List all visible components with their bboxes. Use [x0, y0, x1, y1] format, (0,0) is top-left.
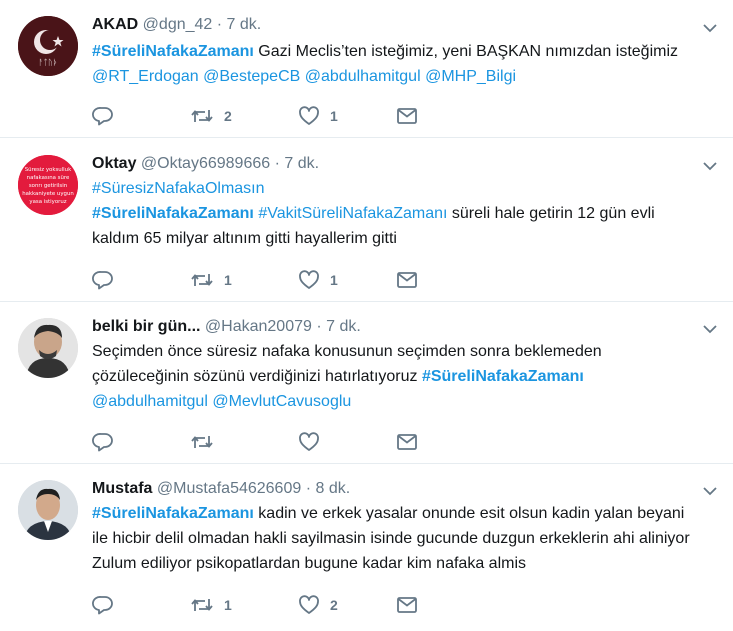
- heart-icon: [298, 270, 320, 290]
- hashtag-link[interactable]: #SüreliNafakaZamanı: [92, 205, 254, 222]
- mention-link[interactable]: @MHP_Bilgi: [425, 68, 516, 85]
- svg-text:ᚨᛏᚢᚦ: ᚨᛏᚢᚦ: [38, 58, 57, 67]
- reply-icon: [92, 432, 114, 452]
- mention-link[interactable]: @MevlutCavusoglu: [212, 393, 351, 410]
- dm-button[interactable]: [396, 104, 418, 128]
- crescent-star-logo: ᚨᛏᚢᚦ: [18, 16, 78, 76]
- chevron-down-icon[interactable]: [703, 486, 717, 496]
- reply-button[interactable]: [92, 104, 124, 128]
- tweet[interactable]: Mustafa @Mustafa54626609 · 8 dk. #Süreli…: [0, 464, 733, 631]
- svg-text:yasa istiyoruz: yasa istiyoruz: [29, 199, 66, 205]
- profile-photo: [18, 480, 78, 540]
- tweet-header: Mustafa @Mustafa54626609 · 8 dk.: [92, 478, 693, 500]
- avatar-text-image: Süresiz yoksulluk nafakasına süre sonrı …: [18, 155, 78, 215]
- chevron-down-icon[interactable]: [703, 23, 717, 33]
- timestamp[interactable]: · 7 dk.: [217, 16, 261, 33]
- tweet[interactable]: belki bir gün... @Hakan20079 · 7 dk. Seç…: [0, 302, 733, 464]
- tweet[interactable]: ᚨᛏᚢᚦ AKAD @dgn_42 · 7 dk. #SüreliNafakaZ…: [0, 0, 733, 138]
- like-button[interactable]: 1: [298, 268, 338, 292]
- retweet-count: 1: [224, 597, 232, 613]
- retweet-icon: [190, 595, 214, 615]
- hashtag-link[interactable]: #SüreliNafakaZamanı: [92, 505, 254, 522]
- dm-button[interactable]: [396, 430, 418, 454]
- envelope-icon: [396, 596, 418, 614]
- tweet-text: #SüreliNafakaZamanı Gazi Meclis’ten iste…: [92, 39, 693, 89]
- retweet-button[interactable]: 1: [190, 593, 232, 617]
- tweet-header: Oktay @Oktay66989666 · 7 dk.: [92, 153, 693, 175]
- avatar[interactable]: [18, 480, 78, 540]
- heart-icon: [298, 432, 320, 452]
- profile-photo: [18, 318, 78, 378]
- display-name[interactable]: Oktay: [92, 155, 136, 172]
- tweet-text: #SüresizNafakaOlmasın #SüreliNafakaZamanı…: [92, 176, 693, 251]
- envelope-icon: [396, 107, 418, 125]
- like-button[interactable]: 2: [298, 593, 338, 617]
- timestamp[interactable]: · 7 dk.: [316, 318, 360, 335]
- reply-icon: [92, 270, 114, 290]
- retweet-icon: [190, 106, 214, 126]
- retweet-icon: [190, 432, 214, 452]
- avatar[interactable]: Süresiz yoksulluk nafakasına süre sonrı …: [18, 155, 78, 215]
- handle[interactable]: @dgn_42: [143, 16, 213, 33]
- tweet-text-fragment: Gazi Meclis’ten isteğimiz, yeni BAŞKAN n…: [253, 43, 678, 60]
- tweet-text: #SüreliNafakaZamanı kadin ve erkek yasal…: [92, 501, 693, 576]
- chevron-down-icon[interactable]: [703, 161, 717, 171]
- svg-text:Süresiz yoksulluk: Süresiz yoksulluk: [25, 167, 72, 173]
- like-button[interactable]: [298, 430, 330, 454]
- reply-button[interactable]: [92, 430, 124, 454]
- hashtag-link[interactable]: #SüreliNafakaZamanı: [422, 368, 584, 385]
- reply-button[interactable]: [92, 268, 124, 292]
- display-name[interactable]: Mustafa: [92, 480, 152, 497]
- svg-text:nafakasına süre: nafakasına süre: [27, 175, 70, 181]
- mention-link[interactable]: @abdulhamitgul: [305, 68, 421, 85]
- tweet-text: Seçimden önce süresiz nafaka konusunun s…: [92, 339, 693, 414]
- avatar[interactable]: ᚨᛏᚢᚦ: [18, 16, 78, 76]
- handle[interactable]: @Hakan20079: [205, 318, 312, 335]
- hashtag-link[interactable]: #SüresizNafakaOlmasın: [92, 180, 265, 197]
- svg-text:hakkaniyete uygun: hakkaniyete uygun: [22, 191, 74, 197]
- chevron-down-icon[interactable]: [703, 324, 717, 334]
- tweet-feed: ᚨᛏᚢᚦ AKAD @dgn_42 · 7 dk. #SüreliNafakaZ…: [0, 0, 733, 631]
- like-count: 1: [330, 272, 338, 288]
- heart-icon: [298, 106, 320, 126]
- retweet-button[interactable]: 2: [190, 104, 232, 128]
- display-name[interactable]: belki bir gün...: [92, 318, 200, 335]
- mention-link[interactable]: @abdulhamitgul: [92, 393, 208, 410]
- handle[interactable]: @Mustafa54626609: [157, 480, 301, 497]
- envelope-icon: [396, 433, 418, 451]
- svg-text:sonrı getirilsin: sonrı getirilsin: [29, 183, 67, 189]
- hashtag-link[interactable]: #SüreliNafakaZamanı: [92, 43, 254, 60]
- avatar[interactable]: [18, 318, 78, 378]
- like-count: 1: [330, 108, 338, 124]
- handle[interactable]: @Oktay66989666: [141, 155, 270, 172]
- retweet-count: 2: [224, 108, 232, 124]
- retweet-count: 1: [224, 272, 232, 288]
- heart-icon: [298, 595, 320, 615]
- mention-link[interactable]: @BestepeCB: [203, 68, 300, 85]
- tweet-header: belki bir gün... @Hakan20079 · 7 dk.: [92, 316, 693, 338]
- reply-icon: [92, 106, 114, 126]
- envelope-icon: [396, 271, 418, 289]
- mention-link[interactable]: @RT_Erdogan: [92, 68, 199, 85]
- retweet-button[interactable]: 1: [190, 268, 232, 292]
- reply-icon: [92, 595, 114, 615]
- like-button[interactable]: 1: [298, 104, 338, 128]
- like-count: 2: [330, 597, 338, 613]
- tweet[interactable]: Süresiz yoksulluk nafakasına süre sonrı …: [0, 138, 733, 302]
- timestamp[interactable]: · 7 dk.: [275, 155, 319, 172]
- timestamp[interactable]: · 8 dk.: [306, 480, 350, 497]
- retweet-button[interactable]: [190, 430, 224, 454]
- display-name[interactable]: AKAD: [92, 16, 138, 33]
- reply-button[interactable]: [92, 593, 124, 617]
- tweet-header: AKAD @dgn_42 · 7 dk.: [92, 14, 693, 36]
- dm-button[interactable]: [396, 268, 418, 292]
- hashtag-link[interactable]: #VakitSüreliNafakaZamanı: [258, 205, 447, 222]
- retweet-icon: [190, 270, 214, 290]
- dm-button[interactable]: [396, 593, 418, 617]
